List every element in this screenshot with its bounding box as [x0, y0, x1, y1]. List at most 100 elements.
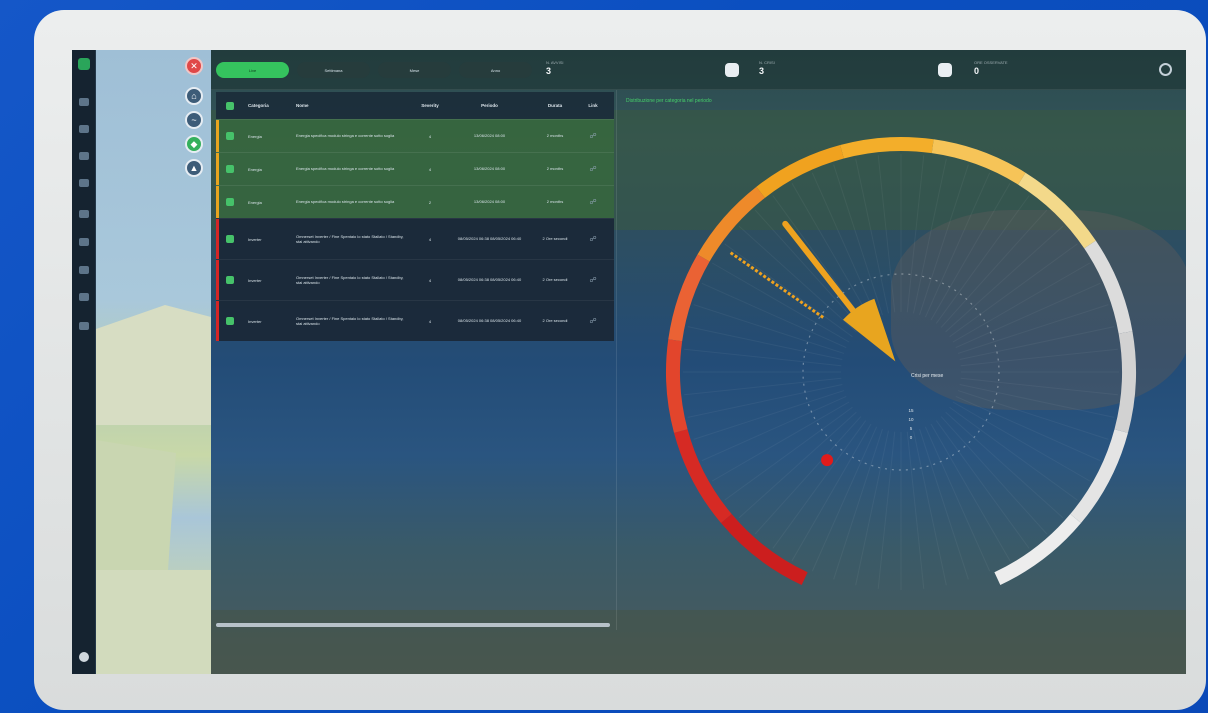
table-row[interactable]: Inverter Omnerset Inverter / Fine Spentai…: [216, 300, 614, 341]
ring-segment: [697, 186, 766, 262]
grid-spoke: [701, 282, 847, 349]
radial-tick-label: 10: [908, 417, 914, 422]
map-land: [96, 440, 176, 570]
row-severity-stripe: [216, 301, 219, 341]
nav-users-icon[interactable]: [79, 266, 89, 274]
ring-segment: [994, 513, 1082, 585]
table-row[interactable]: Inverter Omnerset Inverter / Fine Spentai…: [216, 259, 614, 300]
cell-name: Energia specifica modulo stringa e corre…: [296, 133, 395, 139]
stat-hours: ORE OSSERVATE 0: [974, 60, 1008, 76]
cell-duration: 2 Ore secondi: [542, 236, 568, 242]
nav-dashboard-icon[interactable]: [79, 125, 89, 133]
header-category[interactable]: Categoria: [248, 103, 296, 108]
table-row[interactable]: Energia Energia specifica modulo stringa …: [216, 119, 614, 152]
nav-home-icon[interactable]: [79, 98, 89, 106]
trend-map-icon[interactable]: ~: [185, 111, 203, 129]
ring-segment: [1114, 331, 1136, 433]
grid-spoke: [955, 395, 1101, 462]
nav-settings-icon[interactable]: [79, 322, 89, 330]
nav-report-icon[interactable]: [79, 179, 89, 187]
home-map-icon[interactable]: ⌂: [185, 87, 203, 105]
ring-segment: [1018, 172, 1096, 249]
app-logo-icon[interactable]: [78, 58, 90, 70]
link-icon[interactable]: ☍: [583, 198, 603, 206]
grid-spoke: [945, 225, 1064, 333]
grid-spoke: [877, 155, 896, 313]
tab-year[interactable]: Anno: [459, 62, 532, 78]
grid-spoke: [754, 416, 862, 535]
cell-duration: 2 months: [546, 199, 564, 205]
main-content: Live Settimana Mese Anno N. AVVISI 3 N. …: [211, 50, 1186, 674]
row-checkbox[interactable]: [226, 235, 234, 243]
cell-severity: 4: [428, 166, 432, 172]
select-all-checkbox[interactable]: [226, 101, 234, 110]
header-duration[interactable]: Durata: [527, 103, 583, 109]
pin-map-icon[interactable]: ◆: [185, 135, 203, 153]
horizontal-scrollbar[interactable]: [216, 623, 610, 627]
ring-segment: [668, 254, 710, 342]
header-link: Link: [588, 103, 598, 108]
row-checkbox[interactable]: [226, 276, 234, 284]
panel-divider: [616, 90, 617, 630]
grid-spoke: [906, 431, 925, 589]
row-checkbox[interactable]: [226, 132, 234, 140]
grid-spoke: [924, 172, 991, 318]
link-icon[interactable]: ☍: [583, 165, 603, 173]
header-name[interactable]: Nome: [296, 103, 408, 109]
layer-map-icon[interactable]: ▲: [185, 159, 203, 177]
inverter-point[interactable]: [821, 454, 834, 467]
grid-spoke: [912, 158, 947, 314]
header-severity[interactable]: Severity: [408, 103, 452, 108]
row-checkbox[interactable]: [226, 317, 234, 325]
cell-name: Energia specifica modulo stringa e corre…: [296, 166, 395, 172]
grid-spoke: [906, 155, 925, 313]
ring-segment: [931, 139, 1026, 185]
user-avatar[interactable]: [77, 650, 91, 664]
close-map-icon[interactable]: ✕: [185, 57, 203, 75]
ring-segment: [1084, 240, 1133, 334]
link-icon[interactable]: ☍: [583, 276, 603, 284]
tab-week[interactable]: Settimana: [297, 62, 370, 78]
energy-bar[interactable]: [782, 220, 861, 320]
cell-severity: 4: [428, 277, 432, 283]
energy-bar-secondary[interactable]: [728, 250, 825, 319]
settings-icon[interactable]: [1159, 63, 1172, 76]
map-land: [96, 570, 211, 674]
grid-spoke: [855, 430, 890, 586]
grid-spoke: [724, 243, 853, 338]
alerts-table: Categoria Nome Severity Periodo Durata L…: [216, 92, 614, 341]
cell-period: 13/06/2024 08:00: [473, 166, 506, 172]
grid-spoke: [684, 377, 842, 396]
side-navigation: [72, 50, 96, 674]
nav-alarm-icon[interactable]: [79, 152, 89, 160]
row-severity-stripe: [216, 153, 219, 185]
grid-spoke: [738, 411, 857, 519]
row-checkbox[interactable]: [226, 198, 234, 206]
table-row[interactable]: Inverter Omnerset Inverter / Fine Spentai…: [216, 218, 614, 259]
row-checkbox[interactable]: [226, 165, 234, 173]
link-icon[interactable]: ☍: [583, 235, 603, 243]
link-icon[interactable]: ☍: [583, 317, 603, 325]
table-row[interactable]: Energia Energia specifica modulo stringa …: [216, 185, 614, 218]
tab-month[interactable]: Mese: [378, 62, 451, 78]
chart-center-label: Crisi per mese: [911, 373, 943, 379]
grid-spoke: [955, 282, 1101, 349]
cell-category: Energia: [248, 199, 262, 205]
grid-spoke: [693, 304, 845, 354]
cell-name: Energia specifica modulo stringa e corre…: [296, 199, 395, 205]
nav-calendar-icon[interactable]: [79, 210, 89, 218]
grid-spoke: [957, 304, 1109, 354]
tab-live[interactable]: Live: [216, 62, 289, 78]
grid-spoke: [930, 423, 1011, 562]
cell-duration: 2 months: [546, 133, 564, 139]
header-period[interactable]: Periodo: [452, 103, 527, 109]
grid-spoke: [701, 395, 847, 462]
nav-archive-icon[interactable]: [79, 293, 89, 301]
table-row[interactable]: Energia Energia specifica modulo stringa …: [216, 152, 614, 185]
grid-spoke: [693, 390, 845, 440]
link-icon[interactable]: ☍: [583, 132, 603, 140]
cell-name: Omnerset Inverter / Fine Spentaio lo sta…: [296, 233, 404, 245]
ring-segment: [756, 145, 844, 198]
nav-document-icon[interactable]: [79, 238, 89, 246]
grid-spoke: [959, 326, 1115, 361]
